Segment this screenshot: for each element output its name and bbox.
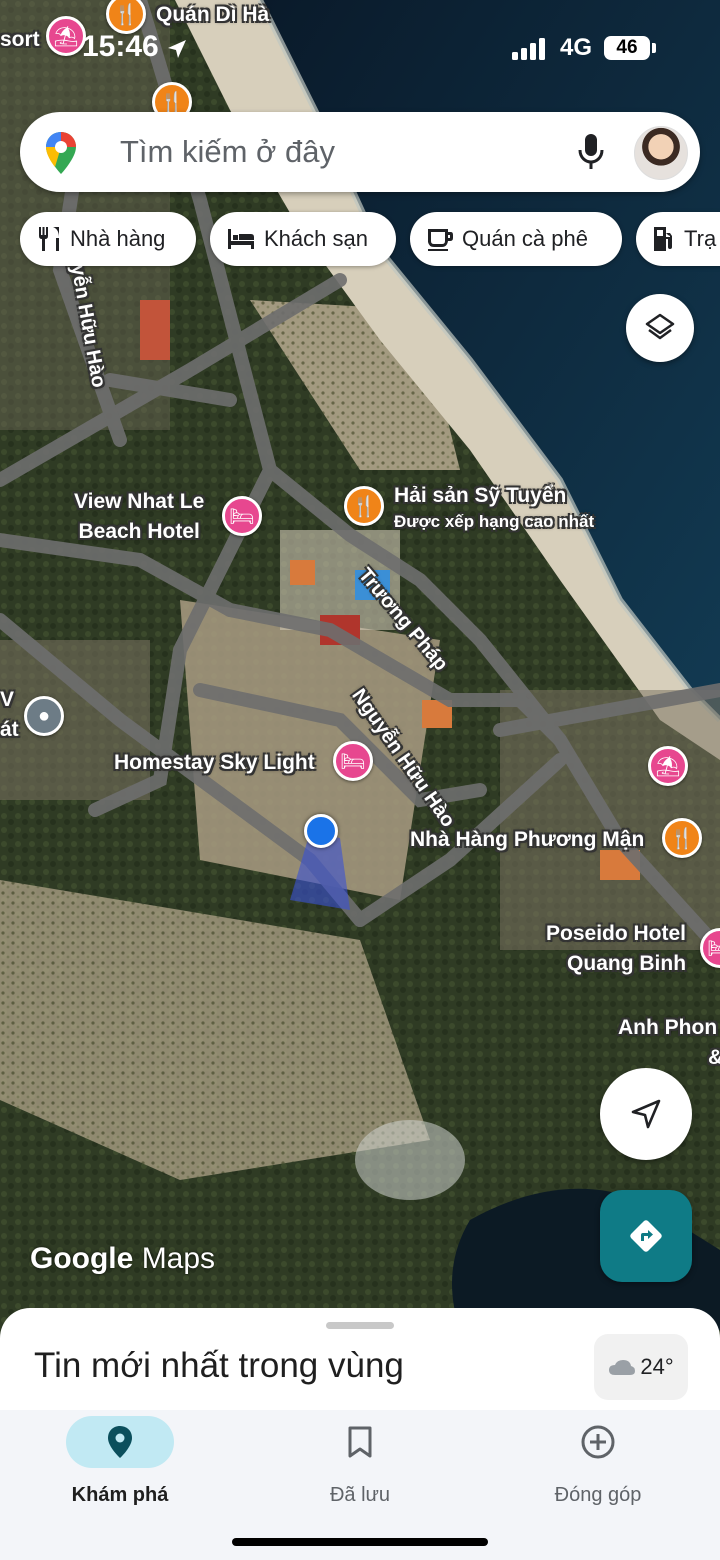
chip-label: Nhà hàng — [70, 226, 166, 251]
nav-icon-container — [306, 1416, 414, 1468]
nav-icon-container — [544, 1416, 652, 1468]
my-location-button[interactable] — [600, 1068, 692, 1160]
bookmark-icon — [348, 1426, 372, 1458]
restaurant-pin-icon[interactable]: 🍴 — [344, 486, 384, 526]
nav-contribute[interactable]: Đóng góp — [498, 1416, 698, 1507]
coffee-cup-icon — [426, 226, 454, 252]
poi-label-homestay[interactable]: Homestay Sky Light — [114, 751, 315, 775]
poi-label-line: Poseido Hotel — [546, 922, 687, 945]
chip-label: Khách sạn — [264, 226, 368, 251]
search-input[interactable]: Tìm kiếm ở đây — [120, 134, 335, 170]
fork-knife-icon — [36, 225, 62, 253]
directions-button[interactable] — [600, 1190, 692, 1282]
poi-label-left-at: át — [0, 718, 19, 741]
plus-circle-icon — [581, 1425, 615, 1459]
location-arrow-icon — [168, 40, 186, 58]
restaurant-pin-icon[interactable]: 🍴 — [662, 818, 702, 858]
nav-label: Đã lưu — [329, 1484, 391, 1506]
hotel-pin-icon[interactable]: 🛏 — [333, 741, 373, 781]
chip-gas-stations[interactable]: Trạ — [636, 212, 720, 266]
microphone-icon[interactable] — [578, 132, 604, 172]
search-bar[interactable]: Tìm kiếm ở đây — [20, 112, 700, 192]
poi-label-anh-phon-amp: & — [708, 1046, 720, 1070]
layers-button[interactable] — [626, 294, 694, 362]
layers-icon — [645, 313, 675, 340]
place-pin-icon[interactable]: ● — [24, 696, 64, 736]
watermark-google: Google — [30, 1242, 134, 1275]
nav-label: Khám phá — [71, 1484, 169, 1506]
user-location-dot — [304, 814, 338, 848]
navigation-arrow-icon — [631, 1099, 661, 1129]
poi-label-line: View Nhat Le — [74, 490, 205, 513]
signal-bars-icon — [512, 38, 545, 60]
battery-level: 46 — [604, 36, 650, 60]
nav-icon-container — [66, 1416, 174, 1468]
battery-tip — [652, 43, 656, 53]
bottom-navigation: Khám phá Đã lưu Đóng góp — [0, 1410, 720, 1560]
poi-label-nha-hang-phuong-man[interactable]: Nhà Hàng Phương Mận — [410, 828, 644, 852]
hotel-pin-icon[interactable]: 🛏 — [222, 496, 262, 536]
poi-label-hai-san[interactable]: Hải sản Sỹ Tuyển Được xếp hạng cao nhất — [394, 484, 594, 532]
weather-chip[interactable]: 24° — [594, 1334, 688, 1400]
cloud-icon — [609, 1360, 636, 1375]
poi-label-left-v[interactable]: V — [0, 688, 14, 712]
poi-label-view-nhat-le[interactable]: View Nhat Le Beach Hotel — [74, 490, 204, 544]
status-bar: 15:46 4G 46 — [0, 22, 720, 82]
poi-label-line: Beach Hotel — [78, 520, 200, 543]
sheet-title: Tin mới nhất trong vùng — [34, 1346, 404, 1385]
network-type: 4G — [560, 34, 593, 61]
google-maps-logo-icon — [46, 132, 76, 174]
poi-label-line: Hải sản Sỹ Tuyển — [394, 484, 567, 507]
chip-label: Trạ — [684, 226, 717, 251]
nav-explore[interactable]: Khám phá — [20, 1416, 220, 1507]
chip-cafes[interactable]: Quán cà phê — [410, 212, 622, 266]
poi-label-anh-phon[interactable]: Anh Phon — [618, 1016, 717, 1040]
sheet-drag-handle[interactable] — [326, 1322, 394, 1329]
directions-icon — [630, 1220, 662, 1252]
poi-label-poseido[interactable]: Poseido Hotel Quang Binh — [546, 922, 686, 976]
poi-label-line: Quang Binh — [567, 952, 687, 975]
chip-hotels[interactable]: Khách sạn — [210, 212, 396, 266]
fuel-pump-icon — [652, 225, 676, 253]
status-time: 15:46 — [82, 30, 159, 63]
nav-label: Đóng góp — [554, 1484, 642, 1506]
poi-rating-subtitle: Được xếp hạng cao nhất — [394, 512, 595, 531]
watermark-maps: Maps — [141, 1242, 216, 1275]
weather-temperature: 24° — [640, 1354, 674, 1379]
avatar[interactable] — [634, 126, 688, 180]
nav-saved[interactable]: Đã lưu — [260, 1416, 460, 1507]
chip-label: Quán cà phê — [462, 226, 588, 251]
beach-pin-icon[interactable]: ⛱ — [648, 746, 688, 786]
bed-icon — [226, 227, 256, 251]
home-indicator[interactable] — [232, 1538, 488, 1546]
google-maps-watermark: Google Maps — [30, 1242, 215, 1276]
chip-restaurants[interactable]: Nhà hàng — [20, 212, 196, 266]
location-pin-icon — [108, 1426, 132, 1458]
